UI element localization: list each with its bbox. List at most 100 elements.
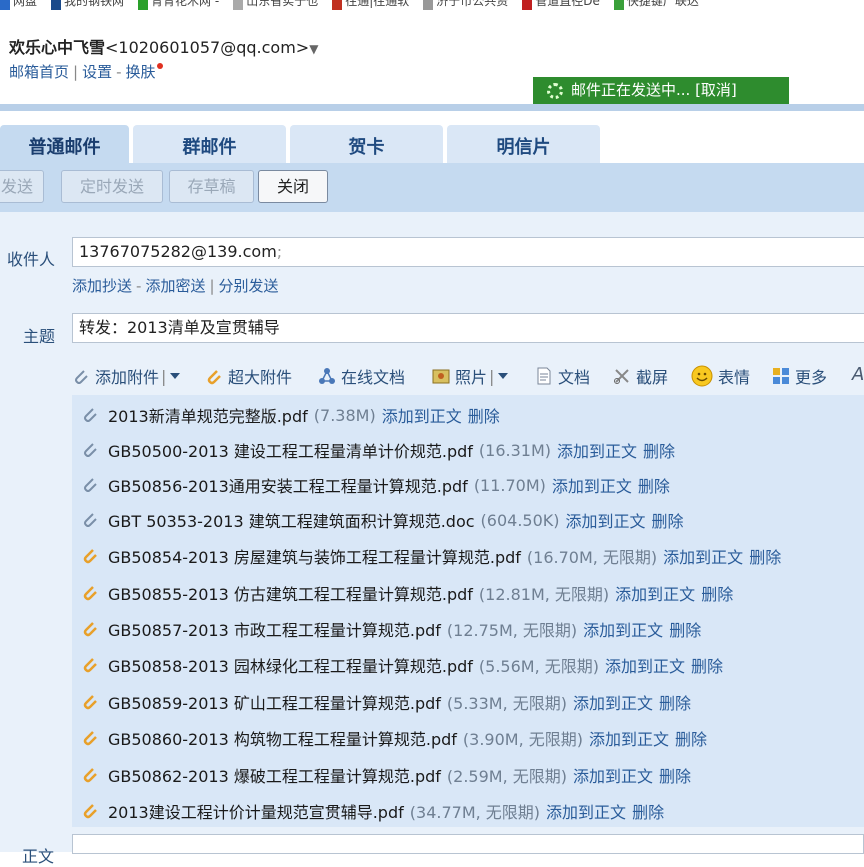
to-field[interactable]: 13767075282@139.com;: [72, 237, 864, 267]
attachment-name: 2013建设工程计价计量规范宣贯辅导.pdf: [108, 803, 404, 822]
bookmark-icon: [613, 0, 624, 10]
bookmark-item[interactable]: 我的钢铁网: [51, 0, 124, 10]
add-to-body-link[interactable]: 添加到正文: [583, 617, 663, 641]
bookmark-item[interactable]: 网盘: [0, 0, 37, 10]
delete-attachment-link[interactable]: 删除: [638, 473, 670, 497]
paperclip-icon: [84, 513, 97, 527]
attachment-name: GB50859-2013 矿山工程工程量计算规范.pdf: [108, 694, 441, 713]
add-to-body-link[interactable]: 添加到正文: [557, 438, 637, 462]
send-button[interactable]: 发送: [0, 170, 44, 203]
attachment-row: 2013建设工程计价计量规范宣贯辅导.pdf (34.77M, 无限期) 添加到正文…: [82, 799, 664, 823]
orange-paperclip-icon: [83, 695, 97, 710]
photo-button[interactable]: 照片 |: [432, 364, 510, 388]
tab-postcard[interactable]: 明信片: [447, 125, 600, 163]
body-editor[interactable]: [72, 834, 864, 854]
subject-field[interactable]: 转发：2013清单及宣贯辅导: [72, 313, 864, 343]
add-cc-link[interactable]: 添加抄送: [72, 277, 132, 295]
attachment-size: (2.59M, 无限期): [446, 767, 567, 786]
attachment-size: (3.90M, 无限期): [462, 730, 583, 749]
orange-paperclip-icon: [83, 549, 97, 564]
attachment-row: GB50856-2013通用安装工程工程量计算规范.pdf (11.70M) 添加到…: [82, 473, 670, 497]
attachment-size: (16.70M, 无限期): [526, 548, 658, 567]
close-button[interactable]: 关闭: [258, 170, 328, 203]
add-to-body-link[interactable]: 添加到正文: [663, 544, 743, 568]
mailbox-home-link[interactable]: 邮箱首页: [9, 63, 69, 81]
bookmark-icon: [138, 0, 149, 10]
add-to-body-link[interactable]: 添加到正文: [615, 581, 695, 605]
add-attachment-button[interactable]: 添加附件 |: [72, 364, 182, 388]
paperclip-icon: [84, 408, 97, 422]
bookmark-item[interactable]: 济宁市公共资: [423, 0, 508, 10]
delete-attachment-link[interactable]: 删除: [652, 508, 684, 532]
separate-send-link[interactable]: 分别发送: [219, 277, 279, 295]
attachment-row: GB50857-2013 市政工程工程量计算规范.pdf (12.75M, 无限期…: [82, 617, 701, 641]
header-links: 邮箱首页 | 设置 - 换肤: [9, 61, 163, 82]
compose-tabs: 普通邮件 群邮件 贺卡 明信片: [0, 125, 864, 163]
delete-attachment-link[interactable]: 删除: [659, 690, 691, 714]
add-to-body-link[interactable]: 添加到正文: [573, 763, 653, 787]
delete-attachment-link[interactable]: 删除: [632, 799, 664, 823]
scheduled-send-button[interactable]: 定时发送: [61, 170, 163, 203]
emoji-button[interactable]: 表情: [691, 364, 750, 388]
attachment-size: (16.31M): [478, 440, 551, 460]
bookmark-icon: [423, 0, 434, 10]
screenshot-button[interactable]: 截屏: [613, 364, 668, 388]
add-to-body-link[interactable]: 添加到正文: [546, 799, 626, 823]
add-to-body-link[interactable]: 添加到正文: [552, 473, 632, 497]
add-to-body-link[interactable]: 添加到正文: [382, 403, 462, 427]
chevron-down-icon[interactable]: [168, 371, 182, 381]
new-dot-icon: [156, 63, 163, 69]
add-to-body-link[interactable]: 添加到正文: [573, 690, 653, 714]
add-to-body-link[interactable]: 添加到正文: [589, 726, 669, 750]
attachment-row: GB50855-2013 仿古建筑工程工程量计算规范.pdf (12.81M, 无…: [82, 581, 733, 605]
attachment-name: GB50500-2013 建设工程工程量清单计价规范.pdf: [108, 442, 473, 461]
attachment-row: 2013新清单规范完整版.pdf (7.38M) 添加到正文 删除: [82, 403, 500, 427]
delete-attachment-link[interactable]: 删除: [675, 726, 707, 750]
account-dropdown-icon[interactable]: ▼: [309, 42, 318, 56]
tab-greeting-card[interactable]: 贺卡: [290, 125, 443, 163]
settings-link[interactable]: 设置: [82, 63, 112, 81]
attachment-name: GB50862-2013 爆破工程工程量计算规范.pdf: [108, 767, 441, 786]
attachment-name: GB50855-2013 仿古建筑工程工程量计算规范.pdf: [108, 585, 473, 604]
chevron-down-icon[interactable]: [496, 371, 510, 381]
large-attachment-button[interactable]: 超大附件: [205, 364, 292, 388]
tab-group-mail[interactable]: 群邮件: [133, 125, 286, 163]
document-button[interactable]: 文档: [535, 364, 590, 388]
delete-attachment-link[interactable]: 删除: [643, 438, 675, 462]
save-draft-button[interactable]: 存草稿: [169, 170, 254, 203]
delete-attachment-link[interactable]: 删除: [691, 653, 723, 677]
add-to-body-link[interactable]: 添加到正文: [605, 653, 685, 677]
bookmark-item[interactable]: 管道直径De: [522, 0, 600, 10]
attachment-size: (11.70M): [473, 475, 546, 495]
skin-link[interactable]: 换肤: [126, 63, 156, 81]
account-name: 欢乐心中飞雪: [9, 38, 106, 57]
add-to-body-link[interactable]: 添加到正文: [566, 508, 646, 532]
attachment-row: GB50859-2013 矿山工程工程量计算规范.pdf (5.33M, 无限期)…: [82, 690, 691, 714]
sending-status-bar[interactable]: 邮件正在发送中... [取消]: [533, 77, 789, 104]
more-button[interactable]: 更多: [772, 364, 827, 388]
attachment-name: GB50860-2013 构筑物工程工程量计算规范.pdf: [108, 730, 457, 749]
font-icon[interactable]: A: [852, 364, 864, 385]
account-info: 欢乐心中飞雪<1020601057@qq.com>▼: [9, 34, 318, 58]
tab-normal-mail[interactable]: 普通邮件: [0, 125, 129, 163]
bookmark-item[interactable]: 快捷键广联达: [613, 0, 699, 10]
attachment-row: GB50854-2013 房屋建筑与装饰工程工程量计算规范.pdf (16.70M…: [82, 544, 781, 568]
orange-paperclip-icon: [83, 658, 97, 673]
share-nodes-icon: [319, 368, 335, 384]
attachment-size: (5.56M, 无限期): [478, 657, 599, 676]
grid-icon: [773, 368, 789, 384]
bookmark-icon: [522, 0, 533, 10]
delete-attachment-link[interactable]: 删除: [468, 403, 500, 427]
delete-attachment-link[interactable]: 删除: [659, 763, 691, 787]
online-doc-button[interactable]: 在线文档: [318, 364, 405, 388]
delete-attachment-link[interactable]: 删除: [701, 581, 733, 605]
subject-label: 主题: [23, 327, 56, 346]
sending-status-text: 邮件正在发送中... [取消]: [571, 81, 737, 99]
loading-spinner-icon: [547, 82, 563, 99]
delete-attachment-link[interactable]: 删除: [749, 544, 781, 568]
add-bcc-link[interactable]: 添加密送: [145, 277, 205, 295]
delete-attachment-link[interactable]: 删除: [669, 617, 701, 641]
bookmark-item[interactable]: 往通|往通软: [332, 0, 409, 10]
bookmark-item[interactable]: 青青花木网 -: [138, 0, 219, 10]
bookmark-item[interactable]: 山东省实于也: [233, 0, 318, 10]
